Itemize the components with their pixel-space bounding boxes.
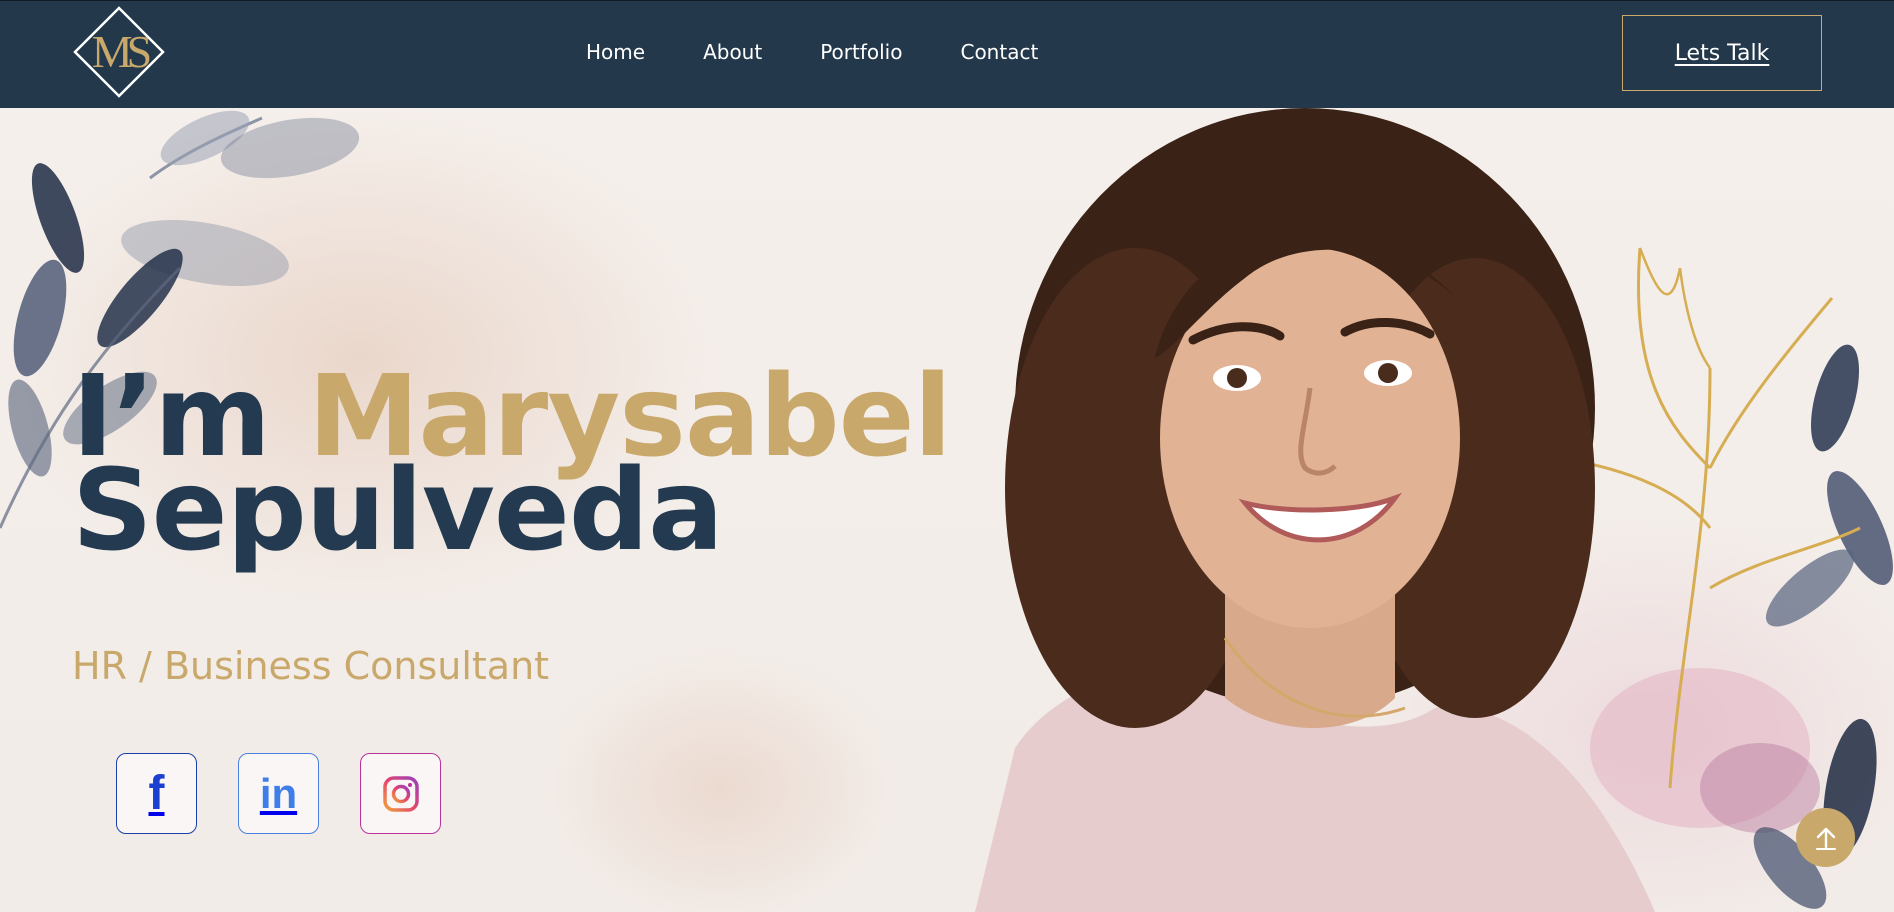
logo-text: MS: [92, 26, 150, 77]
nav-about[interactable]: About: [703, 37, 762, 67]
logo[interactable]: MS: [72, 5, 166, 99]
main-nav: Home About Portfolio Contact: [586, 37, 1096, 67]
arrow-up-icon: [1815, 827, 1836, 850]
logo-mark: MS: [73, 6, 165, 98]
linkedin-icon: in: [259, 769, 298, 817]
title-last-name: Sepulveda: [72, 446, 724, 576]
hero-subtitle: HR / Business Consultant: [72, 644, 550, 688]
nav-portfolio[interactable]: Portfolio: [820, 37, 902, 67]
instagram-icon: [382, 775, 419, 812]
portrait-photo: [975, 108, 1655, 912]
lets-talk-button[interactable]: Lets Talk: [1622, 15, 1822, 91]
facebook-button[interactable]: f: [116, 753, 197, 834]
nav-home[interactable]: Home: [586, 37, 645, 67]
social-links: f in: [116, 753, 441, 834]
site-header: MS Home About Portfolio Contact Lets Tal…: [0, 0, 1894, 108]
instagram-button[interactable]: [360, 753, 441, 834]
hero-title: I’m Marysabel Sepulveda: [72, 361, 952, 567]
scroll-to-top-button[interactable]: [1796, 808, 1855, 867]
hero-section: I’m Marysabel Sepulveda HR / Business Co…: [0, 108, 1894, 912]
linkedin-button[interactable]: in: [238, 753, 319, 834]
nav-contact[interactable]: Contact: [960, 37, 1038, 67]
facebook-icon: f: [148, 766, 165, 820]
